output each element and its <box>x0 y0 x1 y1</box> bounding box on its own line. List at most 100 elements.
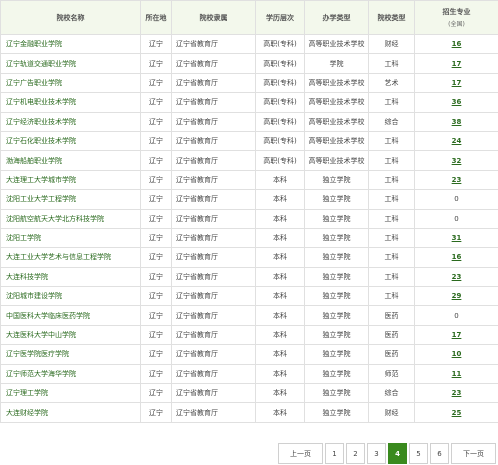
location-cell: 辽宁 <box>149 175 163 184</box>
majors-count: 17 <box>414 53 498 74</box>
majors-count: 31 <box>414 227 498 249</box>
category-cell: 工科 <box>384 292 399 301</box>
header-type: 办学类型 <box>304 0 369 35</box>
majors-count: 29 <box>414 286 498 307</box>
majors-count[interactable]: 29 <box>452 292 462 300</box>
authority-cell: 辽宁省教育厅 <box>171 53 256 74</box>
school-name-link[interactable]: 辽宁理工学院 <box>6 389 48 397</box>
school-name-link[interactable]: 辽宁医学院医疗学院 <box>6 350 69 358</box>
type-cell: 独立学院 <box>304 169 369 191</box>
location-cell: 辽宁 <box>140 33 172 55</box>
type-cell: 独立学院 <box>304 324 369 346</box>
location-cell: 辽宁 <box>140 130 172 152</box>
page-4-button[interactable]: 4 <box>388 443 407 464</box>
location-cell: 辽宁 <box>149 214 163 223</box>
majors-count[interactable]: 16 <box>452 253 462 261</box>
school-name-link[interactable]: 大连医科大学中山学院 <box>6 331 76 339</box>
level-cell: 高职(专科) <box>255 150 305 171</box>
school-name-link[interactable]: 辽宁机电职业技术学院 <box>6 98 76 106</box>
school-name-link[interactable]: 辽宁金融职业学院 <box>6 40 62 48</box>
majors-count[interactable]: 17 <box>452 79 462 87</box>
level-cell: 本科 <box>273 311 287 320</box>
category-cell: 工科 <box>384 156 399 165</box>
type-cell: 独立学院 <box>304 227 369 249</box>
school-name-link[interactable]: 沈阳航空航天大学北方科技学院 <box>6 215 104 223</box>
table-row: 辽宁广告职业学院 辽宁 辽宁省教育厅 高职(专科) 高等职业技术学校 艺术 17 <box>0 72 498 94</box>
authority-cell: 辽宁省教育厅 <box>176 59 218 68</box>
prev-page-button[interactable]: 上一页 <box>278 443 323 464</box>
level-cell: 本科 <box>255 324 305 346</box>
page-6-button[interactable]: 6 <box>430 443 449 464</box>
category-cell: 医药 <box>384 350 399 359</box>
page-2-button[interactable]: 2 <box>346 443 365 464</box>
type-cell: 高等职业技术学校 <box>304 130 369 152</box>
majors-count[interactable]: 11 <box>452 370 462 378</box>
table-row: 沈阳航空航天大学北方科技学院 辽宁 辽宁省教育厅 本科 独立学院 工科 0 <box>0 208 498 229</box>
majors-count[interactable]: 24 <box>452 137 462 145</box>
category-cell: 工科 <box>368 208 415 229</box>
authority-cell: 辽宁省教育厅 <box>176 40 218 49</box>
page-5-button[interactable]: 5 <box>409 443 428 464</box>
majors-count[interactable]: 16 <box>452 40 462 48</box>
page-3-button[interactable]: 3 <box>367 443 386 464</box>
page-1-button[interactable]: 1 <box>325 443 344 464</box>
table-row: 沈阳工业大学工程学院 辽宁 辽宁省教育厅 本科 独立学院 工科 0 <box>0 189 498 210</box>
school-name-link[interactable]: 辽宁广告职业学院 <box>6 79 62 87</box>
location-cell: 辽宁 <box>149 408 163 417</box>
authority-cell: 辽宁省教育厅 <box>171 383 256 404</box>
authority-cell: 辽宁省教育厅 <box>176 117 218 126</box>
majors-count: 0 <box>454 214 459 223</box>
majors-count[interactable]: 31 <box>452 234 462 242</box>
type-cell: 高等职业技术学校 <box>308 40 365 49</box>
level-cell: 本科 <box>255 189 305 210</box>
level-cell: 本科 <box>255 247 305 268</box>
next-page-button[interactable]: 下一页 <box>451 443 496 464</box>
school-name-link[interactable]: 辽宁轨道交通职业学院 <box>6 60 76 68</box>
school-name-link[interactable]: 中国医科大学临床医药学院 <box>6 312 90 320</box>
majors-count[interactable]: 17 <box>452 331 462 339</box>
majors-count: 0 <box>414 208 498 229</box>
category-cell: 艺术 <box>368 72 415 94</box>
school-name-cell: 辽宁经济职业技术学院 <box>0 111 141 132</box>
location-cell: 辽宁 <box>140 227 172 249</box>
majors-count[interactable]: 23 <box>452 273 462 281</box>
location-cell: 辽宁 <box>149 331 163 340</box>
school-name-link[interactable]: 大连工业大学艺术与信息工程学院 <box>6 253 111 261</box>
school-name-link[interactable]: 沈阳工业大学工程学院 <box>6 195 76 203</box>
school-name-link[interactable]: 辽宁师范大学海华学院 <box>6 370 76 378</box>
school-name-link[interactable]: 大连科技学院 <box>6 273 48 281</box>
level-cell: 本科 <box>255 266 305 288</box>
table-row: 辽宁理工学院 辽宁 辽宁省教育厅 本科 独立学院 综合 23 <box>0 383 498 404</box>
location-cell: 辽宁 <box>149 156 163 165</box>
type-cell: 高等职业技术学校 <box>304 111 369 132</box>
school-name-link[interactable]: 大连理工大学城市学院 <box>6 176 76 184</box>
school-name-link[interactable]: 辽宁经济职业技术学院 <box>6 118 76 126</box>
authority-cell: 辽宁省教育厅 <box>171 130 256 152</box>
school-name-cell: 大连财经学院 <box>0 402 141 423</box>
level-cell: 本科 <box>255 402 305 423</box>
header-majors-sub: (全国) <box>448 21 465 28</box>
school-name-link[interactable]: 沈阳城市建设学院 <box>6 292 62 300</box>
majors-count[interactable]: 25 <box>452 409 462 417</box>
level-cell: 本科 <box>255 305 305 326</box>
table-row: 大连理工大学城市学院 辽宁 辽宁省教育厅 本科 独立学院 工科 23 <box>0 169 498 191</box>
school-name-link[interactable]: 大连财经学院 <box>6 409 48 417</box>
majors-count[interactable]: 17 <box>452 60 462 68</box>
majors-count: 16 <box>414 247 498 268</box>
majors-count[interactable]: 36 <box>452 98 462 106</box>
majors-count[interactable]: 23 <box>452 389 462 397</box>
majors-count[interactable]: 10 <box>452 350 462 358</box>
table-row: 大连财经学院 辽宁 辽宁省教育厅 本科 独立学院 财经 25 <box>0 402 498 423</box>
school-name-link[interactable]: 辽宁石化职业技术学院 <box>6 137 76 145</box>
authority-cell: 辽宁省教育厅 <box>171 189 256 210</box>
school-name-link[interactable]: 渤海船舶职业学院 <box>6 157 62 165</box>
table-header-row: 院校名称 所在地 院校隶属 学历层次 办学类型 院校类型 招生专业 (全国) <box>0 0 498 35</box>
authority-cell: 辽宁省教育厅 <box>176 137 218 146</box>
majors-count[interactable]: 38 <box>452 118 462 126</box>
type-cell: 高等职业技术学校 <box>308 156 365 165</box>
school-name-link[interactable]: 沈阳工学院 <box>6 234 41 242</box>
majors-count[interactable]: 23 <box>452 176 462 184</box>
location-cell: 辽宁 <box>140 247 172 268</box>
majors-count[interactable]: 32 <box>452 157 462 165</box>
pagination: 上一页 1 2 3 4 5 6 下一页 <box>276 443 496 464</box>
